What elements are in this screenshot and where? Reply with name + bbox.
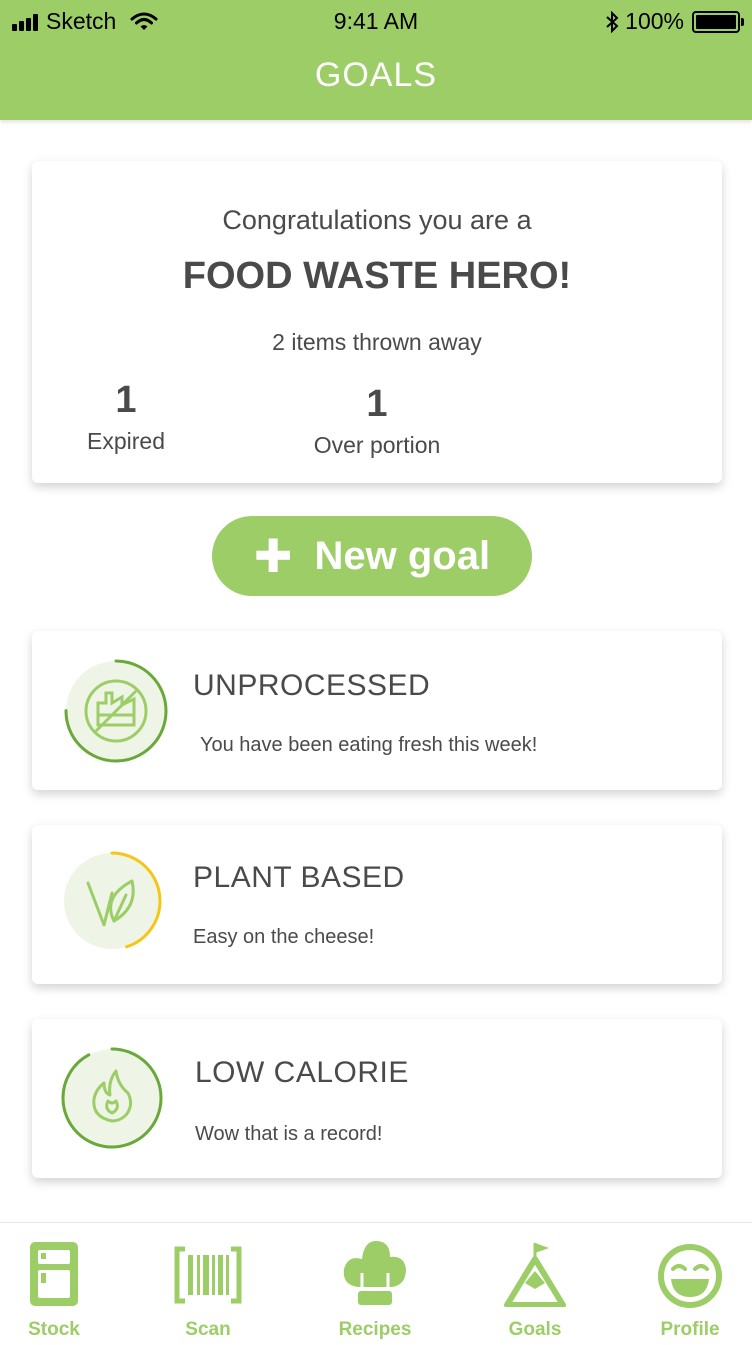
summary-card: Congratulations you are a FOOD WASTE HER…: [32, 161, 722, 483]
tab-profile[interactable]: Profile: [630, 1223, 750, 1345]
goal-title: LOW CALORIE: [195, 1056, 409, 1089]
fridge-icon: [30, 1242, 78, 1306]
chef-hat-icon: [343, 1241, 406, 1305]
goal-subtitle: You have been eating fresh this week!: [200, 734, 538, 756]
stat-over-portion: 1 Over portion: [290, 383, 464, 459]
tab-scan[interactable]: Scan: [148, 1223, 268, 1345]
no-factory-icon: [64, 659, 168, 763]
bluetooth-icon: [606, 10, 619, 33]
stat-value: 1: [366, 383, 388, 425]
tab-recipes[interactable]: Recipes: [315, 1223, 435, 1345]
new-goal-button[interactable]: ✚ New goal: [212, 516, 532, 596]
items-thrown-text: 2 items thrown away: [272, 329, 482, 355]
goal-card-unprocessed[interactable]: UNPROCESSED You have been eating fresh t…: [32, 631, 722, 790]
goal-card-plant-based[interactable]: PLANT BASED Easy on the cheese!: [32, 825, 722, 984]
stat-value: 1: [115, 379, 137, 421]
stat-expired: 1 Expired: [74, 379, 178, 455]
tab-label: Stock: [28, 1319, 80, 1340]
tab-goals[interactable]: Goals: [475, 1223, 595, 1345]
congrats-text: Congratulations you are a: [222, 205, 532, 235]
tab-bar: Stock Scan Recipes Goals Profile: [0, 1222, 752, 1345]
tab-label: Profile: [660, 1319, 720, 1340]
goal-title: PLANT BASED: [193, 861, 405, 894]
goal-subtitle: Easy on the cheese!: [193, 926, 375, 948]
hero-title: FOOD WASTE HERO!: [182, 255, 572, 297]
goal-card-low-calorie[interactable]: LOW CALORIE Wow that is a record!: [32, 1019, 722, 1178]
tab-label: Scan: [185, 1319, 231, 1340]
stat-label: Expired: [87, 428, 165, 454]
flame-icon: [61, 1047, 163, 1149]
barcode-icon: [174, 1246, 242, 1304]
status-bar: Sketch 9:41 AM 100%: [0, 0, 752, 44]
app-header: Sketch 9:41 AM 100% GOALS: [0, 0, 752, 120]
tab-label: Recipes: [338, 1319, 412, 1340]
battery-icon: [692, 10, 744, 33]
tab-label: Goals: [508, 1319, 562, 1340]
battery-percent: 100%: [625, 8, 684, 34]
leaf-icon: [62, 851, 162, 951]
smiley-icon: [658, 1244, 722, 1308]
tab-stock[interactable]: Stock: [0, 1223, 114, 1345]
page-title: GOALS: [314, 56, 438, 94]
new-goal-label: New goal: [314, 533, 491, 578]
mountain-flag-icon: [504, 1243, 566, 1307]
stat-label: Over portion: [313, 432, 441, 458]
goal-subtitle: Wow that is a record!: [195, 1123, 383, 1145]
goal-title: UNPROCESSED: [193, 669, 431, 702]
plus-icon: ✚: [253, 530, 293, 582]
